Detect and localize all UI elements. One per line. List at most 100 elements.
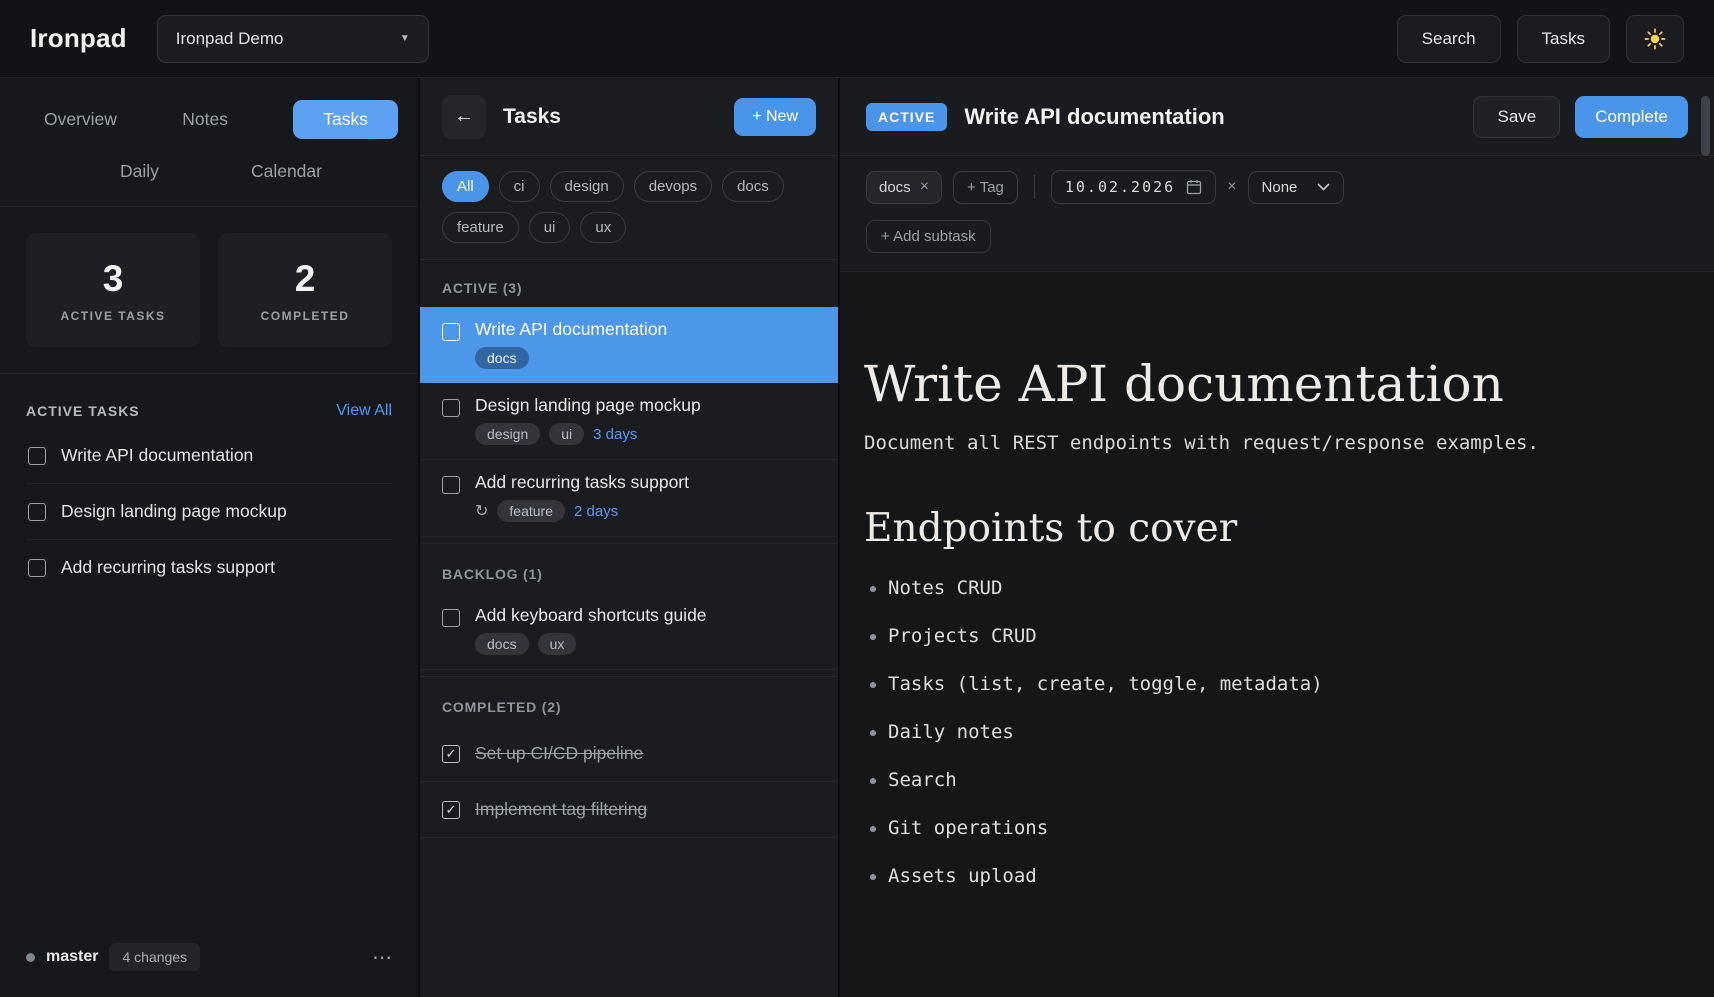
task-body: Add recurring tasks support ↻feature2 day… [475, 472, 689, 522]
task-body: Write API documentation docs [475, 319, 667, 369]
filter-chip-docs[interactable]: docs [722, 171, 784, 202]
sidebar-item-daily[interactable]: Daily [120, 155, 159, 188]
topbar: Ironpad Ironpad Demo ▼ Search Tasks [0, 0, 1714, 78]
doc-bullets: Notes CRUDProjects CRUDTasks (list, crea… [864, 577, 1654, 887]
back-arrow-icon: ← [454, 105, 474, 128]
tag-chip-design: design [475, 423, 540, 445]
sidebar-task-row[interactable]: Write API documentation [26, 428, 392, 484]
section-header: COMPLETED (2) [420, 676, 838, 726]
sidebar-item-notes[interactable]: Notes [182, 103, 228, 136]
tag-chip-docs: docs [475, 633, 529, 655]
task-title: Write API documentation [475, 319, 667, 340]
sidebar-nav-row2: Daily Calendar [44, 155, 398, 188]
task-row[interactable]: Write API documentation docs [420, 307, 838, 383]
view-all-link[interactable]: View All [336, 402, 392, 420]
task-row[interactable]: Add recurring tasks support ↻feature2 day… [420, 460, 838, 537]
add-subtask-button[interactable]: + Add subtask [866, 220, 991, 253]
branch-name[interactable]: master [46, 948, 98, 966]
detail-meta-row: docs × + Tag 10.02.2026 [840, 156, 1714, 210]
doc-bullet: Git operations [888, 817, 1654, 839]
filter-chip-ci[interactable]: ci [499, 171, 540, 202]
due-date-value: 10.02.2026 [1065, 178, 1175, 196]
filter-chip-design[interactable]: design [550, 171, 624, 202]
filter-chip-all[interactable]: All [442, 171, 489, 202]
tag-label: docs [879, 179, 911, 196]
tasks-button[interactable]: Tasks [1517, 15, 1610, 63]
task-checkbox[interactable] [442, 609, 460, 627]
sun-icon [1644, 28, 1666, 50]
task-title: Add keyboard shortcuts guide [475, 605, 707, 626]
task-row[interactable]: ✓ Set up CI/CD pipeline [420, 726, 838, 782]
task-row[interactable]: Add keyboard shortcuts guidedocsux [420, 593, 838, 670]
sidebar-task-row[interactable]: Design landing page mockup [26, 484, 392, 540]
tag-pill-docs[interactable]: docs × [866, 171, 942, 204]
section-header: ACTIVE (3) [420, 260, 838, 307]
status-badge: ACTIVE [866, 103, 947, 131]
topbar-actions: Search Tasks [1397, 15, 1684, 63]
task-title: Write API documentation [61, 445, 253, 466]
chevron-down-icon: ▼ [400, 33, 410, 44]
add-tag-button[interactable]: + Tag [953, 171, 1018, 204]
task-body: Implement tag filtering [475, 799, 647, 820]
task-title: Implement tag filtering [475, 799, 647, 820]
sidebar: Overview Notes Tasks Daily Calendar 3 ACTIV… [0, 78, 420, 997]
overflow-menu-icon[interactable]: ⋯ [372, 945, 392, 970]
task-meta: ↻feature2 days [475, 500, 689, 522]
task-title: Add recurring tasks support [475, 472, 689, 493]
task-checkbox[interactable]: ✓ [442, 801, 460, 819]
back-button[interactable]: ← [442, 95, 486, 139]
task-checkbox[interactable] [442, 399, 460, 417]
project-selector[interactable]: Ironpad Demo ▼ [157, 15, 429, 63]
document-preview: Write API documentation Document all RES… [840, 272, 1714, 997]
task-checkbox[interactable] [28, 503, 46, 521]
task-checkbox[interactable] [442, 323, 460, 341]
filter-chips: Allci design devops docs feature uiux [420, 156, 838, 260]
recurrence-select[interactable]: None [1248, 171, 1345, 204]
task-meta: docs [475, 347, 667, 369]
stat-value: 3 [103, 258, 124, 300]
clear-date-icon[interactable]: × [1227, 179, 1236, 195]
task-checkbox[interactable] [442, 476, 460, 494]
due-label: 2 days [574, 503, 618, 520]
task-body: Add keyboard shortcuts guidedocsux [475, 605, 707, 655]
filter-chip-devops[interactable]: devops [634, 171, 712, 202]
panel-title: Tasks [503, 105, 561, 129]
task-row[interactable]: Design landing page mockupdesignui3 days [420, 383, 838, 460]
scrollbar-thumb[interactable] [1701, 96, 1710, 156]
doc-bullet: Search [888, 769, 1654, 791]
calendar-icon [1186, 179, 1202, 195]
section-header: BACKLOG (1) [420, 543, 838, 593]
task-checkbox[interactable]: ✓ [442, 745, 460, 763]
doc-bullet: Notes CRUD [888, 577, 1654, 599]
filter-chip-feature[interactable]: feature [442, 212, 519, 243]
sidebar-task-row[interactable]: Add recurring tasks support [26, 540, 392, 595]
task-meta: designui3 days [475, 423, 701, 445]
branch-dot-icon [26, 953, 35, 962]
complete-button[interactable]: Complete [1575, 96, 1688, 138]
task-body: Set up CI/CD pipeline [475, 743, 643, 764]
sidebar-nav-row1: Overview Notes Tasks [44, 100, 398, 139]
sidebar-item-calendar[interactable]: Calendar [251, 155, 322, 188]
remove-tag-icon[interactable]: × [920, 179, 929, 195]
app-window: Ironpad Ironpad Demo ▼ Search Tasks [0, 0, 1714, 997]
recurrence-value: None [1262, 179, 1298, 196]
sidebar-active-tasks: ACTIVE TASKS View All Write API document… [0, 374, 418, 943]
sidebar-item-overview[interactable]: Overview [44, 103, 117, 136]
new-task-button[interactable]: + New [734, 98, 816, 136]
due-date-input[interactable]: 10.02.2026 [1051, 170, 1216, 204]
save-button[interactable]: Save [1473, 96, 1560, 138]
theme-toggle-button[interactable] [1626, 15, 1684, 63]
filter-chip-ux[interactable]: ux [580, 212, 626, 243]
task-checkbox[interactable] [28, 559, 46, 577]
task-row[interactable]: ✓ Implement tag filtering [420, 782, 838, 838]
sidebar-nav: Overview Notes Tasks Daily Calendar [0, 78, 418, 207]
app-logo: Ironpad [30, 23, 127, 54]
filter-chip-ui[interactable]: ui [529, 212, 571, 243]
search-button[interactable]: Search [1397, 15, 1501, 63]
sidebar-item-tasks[interactable]: Tasks [293, 100, 398, 139]
task-title: Design landing page mockup [61, 501, 287, 522]
task-checkbox[interactable] [28, 447, 46, 465]
task-title: Add recurring tasks support [61, 557, 275, 578]
changes-badge[interactable]: 4 changes [109, 943, 200, 971]
tag-chip-docs: docs [475, 347, 529, 369]
